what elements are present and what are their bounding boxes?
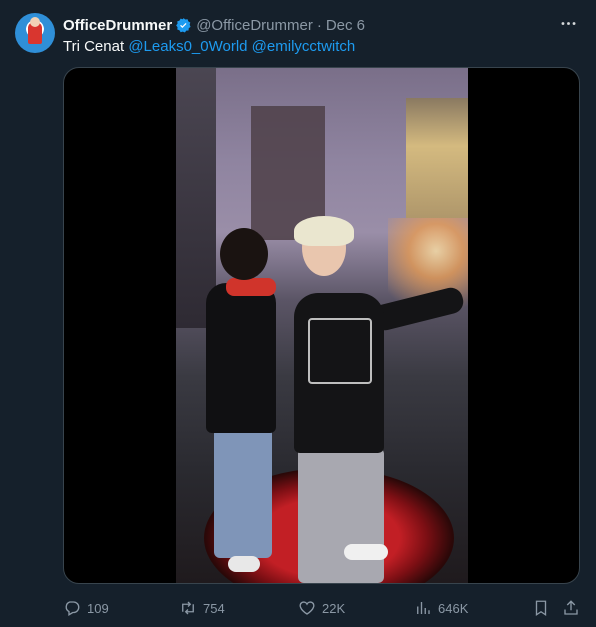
more-icon[interactable] [558, 13, 578, 33]
retweet-button[interactable]: 754 [179, 597, 225, 619]
video-scene-person [220, 228, 268, 280]
like-button[interactable]: 22K [298, 597, 345, 619]
display-name[interactable]: OfficeDrummer [63, 17, 172, 34]
separator-dot: · [316, 16, 322, 34]
reply-icon [65, 601, 80, 616]
bookmark-button[interactable] [532, 597, 556, 619]
tweet-header: OfficeDrummer @OfficeDrummer · Dec 6 [63, 15, 365, 35]
video-scene-person [298, 448, 384, 583]
share-button[interactable] [562, 597, 586, 619]
bookmark-icon [535, 600, 547, 617]
verified-badge-icon [175, 17, 192, 34]
retweet-icon [182, 601, 194, 615]
video-scene-logo [308, 318, 372, 384]
video-scene-person [214, 428, 272, 558]
avatar[interactable] [15, 13, 55, 53]
retweet-count: 754 [203, 600, 225, 616]
like-count: 22K [322, 600, 346, 616]
view-count: 646K [438, 600, 469, 616]
video-scene-sign [406, 98, 468, 218]
video-scene-person [226, 278, 276, 296]
avatar-face [30, 17, 40, 27]
user-handle[interactable]: @OfficeDrummer [196, 17, 313, 34]
video-scene-shoe [228, 556, 260, 572]
mention-link[interactable]: @Leaks0_0World [128, 38, 247, 55]
tweet-date[interactable]: Dec 6 [326, 17, 365, 34]
video-scene-person [294, 216, 354, 246]
video-scene-person [206, 283, 276, 433]
tweet-actions: 109 754 22K 646K [63, 597, 583, 619]
views-button[interactable]: 646K [414, 597, 468, 619]
share-icon [564, 600, 578, 615]
tweet-text: Tri Cenat @Leaks0_0World @emilycctwitch [63, 37, 355, 57]
views-chart-icon [417, 602, 430, 614]
reply-button[interactable]: 109 [63, 597, 109, 619]
video-media[interactable] [63, 67, 580, 584]
heart-icon [299, 601, 315, 615]
tweet[interactable]: OfficeDrummer @OfficeDrummer · Dec 6 Tri… [0, 0, 596, 627]
reply-count: 109 [87, 600, 109, 616]
mention-link[interactable]: @emilycctwitch [252, 38, 356, 55]
video-frame[interactable] [176, 68, 468, 583]
video-scene-shoe [344, 544, 388, 560]
tweet-body: Tri Cenat [63, 38, 125, 55]
